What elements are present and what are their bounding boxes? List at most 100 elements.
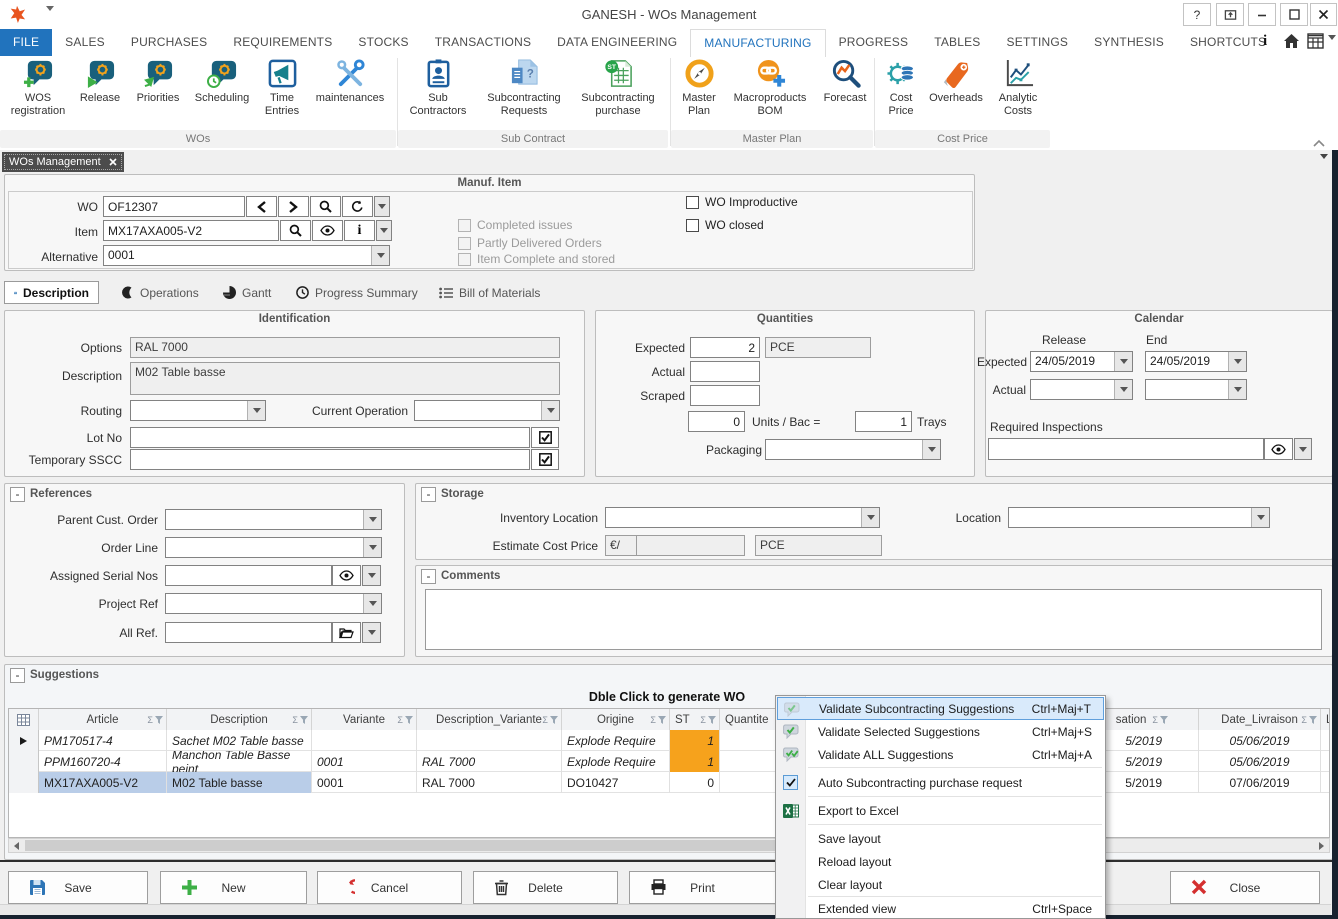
assigned-serial-view-button[interactable] <box>332 565 361 586</box>
tab-manufacturing[interactable]: MANUFACTURING <box>690 29 825 57</box>
maximize-button[interactable] <box>1280 3 1308 26</box>
grid-header-article[interactable]: Article Σ <box>39 709 167 730</box>
sum-icon[interactable]: Σ <box>147 715 153 725</box>
cell-article[interactable]: PPM160720-4 <box>39 751 167 772</box>
row-marker-cell[interactable] <box>9 772 39 793</box>
ribbon-item-time-entries[interactable]: Time Entries <box>258 58 306 118</box>
grid-header-description-variante[interactable]: Description_Variante Σ <box>417 709 562 730</box>
partly-delivered-checkbox[interactable]: Partly Delivered Orders <box>458 236 602 250</box>
tab-transactions[interactable]: TRANSACTIONS <box>422 29 544 56</box>
menu-item-validate-all[interactable]: Validate ALL Suggestions Ctrl+Maj+A <box>777 743 1104 766</box>
parent-cust-order-dropdown-button[interactable] <box>363 510 381 529</box>
sum-icon[interactable]: Σ <box>700 715 706 725</box>
menu-item-extended-view[interactable]: Extended view Ctrl+Space <box>777 899 1104 919</box>
close-button[interactable] <box>1310 3 1337 26</box>
sum-icon[interactable]: Σ <box>1301 715 1307 725</box>
expected-release-dropdown-button[interactable] <box>1114 352 1132 371</box>
order-line-dropdown-button[interactable] <box>363 538 381 557</box>
scroll-left-button[interactable] <box>10 841 23 850</box>
cell-st[interactable]: 1 <box>670 751 720 772</box>
item-view-button[interactable] <box>312 220 343 241</box>
current-operation-dropdown-button[interactable] <box>541 401 559 420</box>
current-operation-combo[interactable] <box>414 400 560 421</box>
tab-stocks[interactable]: STOCKS <box>345 29 421 56</box>
wo-prev-button[interactable] <box>246 196 277 217</box>
required-inspections-input[interactable] <box>988 438 1264 460</box>
filter-icon[interactable] <box>1309 716 1317 724</box>
all-ref-input[interactable] <box>165 622 332 643</box>
all-ref-folder-button[interactable] <box>332 622 361 643</box>
actual-qty-input[interactable] <box>690 361 760 382</box>
wo-closed-checkbox[interactable]: WO closed <box>686 218 764 232</box>
assigned-serial-dropdown-button[interactable] <box>362 565 381 586</box>
item-search-button[interactable] <box>280 220 311 241</box>
ribbon-item-wos-registration[interactable]: WOS registration <box>6 58 70 118</box>
wo-search-button[interactable] <box>310 196 341 217</box>
wo-input[interactable] <box>103 196 245 217</box>
subtab-gantt[interactable]: Gantt <box>214 281 280 304</box>
save-button[interactable]: Save <box>8 871 148 904</box>
ribbon-item-scheduling[interactable]: Scheduling <box>188 58 256 105</box>
close-form-button[interactable]: Close <box>1170 871 1320 904</box>
inventory-location-combo[interactable] <box>605 507 880 528</box>
cell-origine[interactable]: DO10427 <box>562 772 670 793</box>
suggestions-collapse-button[interactable]: - <box>10 668 25 683</box>
expected-release-date[interactable]: 24/05/2019 <box>1030 351 1133 372</box>
subtab-operations[interactable]: Operations <box>112 281 208 304</box>
doc-strip-caret-icon[interactable] <box>1320 159 1328 177</box>
grid-horizontal-scrollbar[interactable] <box>8 838 1330 853</box>
grid-header-liv[interactable]: Liv <box>1321 709 1330 730</box>
tab-purchases[interactable]: PURCHASES <box>118 29 220 56</box>
scroll-right-button[interactable] <box>1315 841 1328 850</box>
menu-item-auto-subcontracting[interactable]: Auto Subcontracting purchase request <box>777 771 1104 794</box>
grid-header-variante[interactable]: Variante Σ <box>312 709 417 730</box>
ribbon-item-cost-price[interactable]: Cost Price <box>879 58 923 118</box>
ribbon-item-sub-contractors[interactable]: Sub Contractors <box>402 58 474 118</box>
tab-sales[interactable]: SALES <box>52 29 118 56</box>
help-button[interactable]: ? <box>1183 3 1211 26</box>
packaging-dropdown-button[interactable] <box>922 440 940 459</box>
required-inspections-dropdown-button[interactable] <box>1294 438 1312 460</box>
ribbon-item-analytic-costs[interactable]: Analytic Costs <box>991 58 1045 118</box>
menu-item-export-excel[interactable]: Export to Excel <box>777 799 1104 822</box>
item-input[interactable] <box>103 220 279 241</box>
completed-issues-checkbox[interactable]: Completed issues <box>458 218 572 232</box>
doc-tab-wos-management[interactable]: WOs Management <box>2 152 124 172</box>
filter-icon[interactable] <box>550 716 558 724</box>
temporary-sscc-input[interactable] <box>130 449 530 470</box>
menu-item-save-layout[interactable]: Save layout <box>777 827 1104 850</box>
temporary-sscc-check-button[interactable] <box>531 449 559 470</box>
pin-button[interactable] <box>1216 3 1244 26</box>
storage-collapse-button[interactable]: - <box>421 487 436 502</box>
menu-item-clear-layout[interactable]: Clear layout <box>777 873 1104 896</box>
sum-icon[interactable]: Σ <box>397 715 403 725</box>
cell-origine[interactable]: Explode Require <box>562 730 670 751</box>
ribbon-item-subcontracting-requests[interactable]: ? Subcontracting Requests <box>478 58 570 118</box>
cell-liv[interactable] <box>1321 730 1330 751</box>
cell-description[interactable]: M02 Table basse <box>167 772 312 793</box>
ribbon-item-master-plan[interactable]: Master Plan <box>676 58 722 118</box>
filter-icon[interactable] <box>300 716 308 724</box>
grid-selector-header[interactable] <box>9 709 39 730</box>
cell-origine[interactable]: Explode Require <box>562 751 670 772</box>
row-marker-cell[interactable] <box>9 730 39 751</box>
comments-collapse-button[interactable]: - <box>421 569 436 584</box>
sum-icon[interactable]: Σ <box>542 715 548 725</box>
location-dropdown-button[interactable] <box>1251 508 1269 527</box>
ribbon-item-forecast[interactable]: Forecast <box>818 58 872 105</box>
table-row[interactable]: PPM160720-4 Manchon Table Basse peint 00… <box>9 751 1329 772</box>
filter-icon[interactable] <box>658 716 666 724</box>
delete-button[interactable]: Delete <box>473 871 618 904</box>
cell-description-variante[interactable]: RAL 7000 <box>417 751 562 772</box>
lot-no-check-button[interactable] <box>531 427 559 448</box>
grid-header-description[interactable]: Description Σ <box>167 709 312 730</box>
ribbon-item-maintenances[interactable]: maintenances <box>308 58 392 105</box>
tab-settings[interactable]: SETTINGS <box>994 29 1082 56</box>
cell-description-variante[interactable] <box>417 730 562 751</box>
cell-variante[interactable]: 0001 <box>312 772 417 793</box>
actual-release-dropdown-button[interactable] <box>1114 380 1132 399</box>
ribbon-item-subcontracting-purchase[interactable]: ST Subcontracting purchase <box>572 58 664 118</box>
grid-header-origine[interactable]: Origine Σ <box>562 709 670 730</box>
references-collapse-button[interactable]: - <box>10 487 25 502</box>
inventory-location-dropdown-button[interactable] <box>861 508 879 527</box>
